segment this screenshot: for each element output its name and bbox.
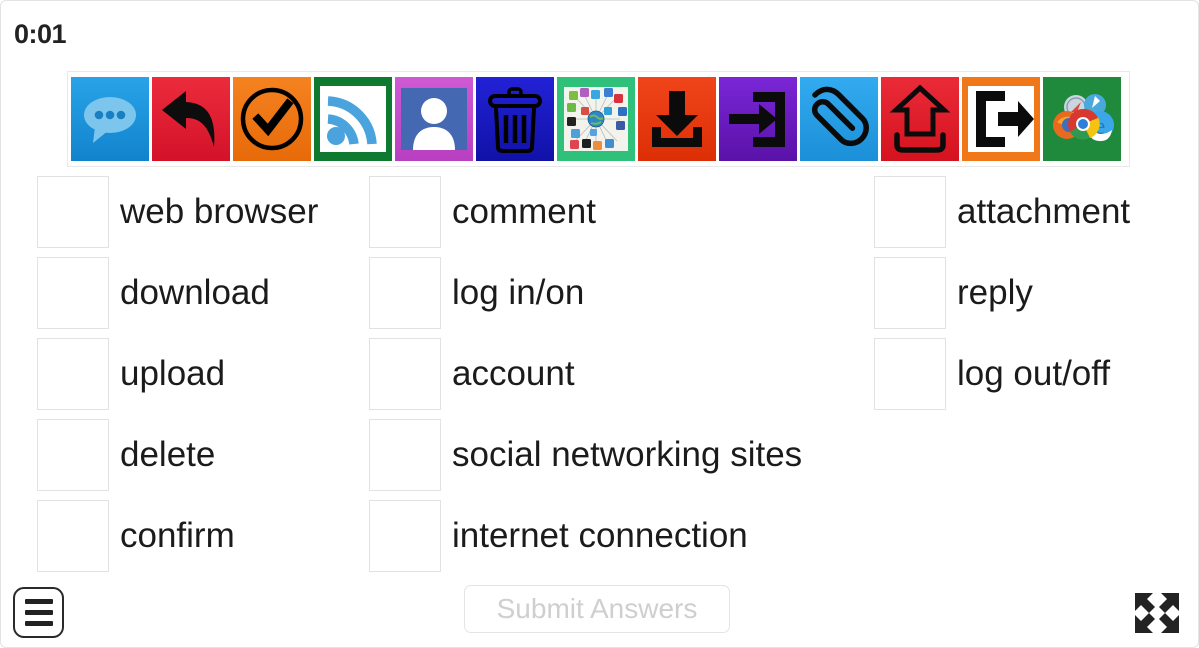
answer-input[interactable] — [369, 499, 441, 572]
download-arrow-icon[interactable] — [638, 77, 716, 161]
answer-row: attachment — [874, 171, 1130, 252]
answer-label: delete — [120, 435, 216, 474]
answer-label: web browser — [120, 192, 319, 231]
answer-input[interactable] — [37, 499, 109, 572]
menu-bar — [24, 599, 53, 604]
answer-input[interactable] — [37, 337, 109, 410]
comment-speech-bubble-icon[interactable] — [71, 77, 149, 161]
answer-label: log in/on — [452, 273, 585, 312]
answer-input[interactable] — [37, 418, 109, 491]
delete-trash-icon[interactable] — [476, 77, 554, 161]
answer-column-0: web browser download upload delete confi… — [37, 171, 318, 576]
confirm-check-circle-icon[interactable] — [233, 77, 311, 161]
fullscreen-expand-icon[interactable] — [1131, 589, 1183, 637]
answer-row: log out/off — [874, 333, 1130, 414]
social-networking-sites-icon[interactable] — [557, 77, 635, 161]
answer-row: internet connection — [369, 495, 802, 576]
answer-label: comment — [452, 192, 596, 231]
answer-column-2: attachment reply log out/off — [874, 171, 1130, 414]
answer-row: log in/on — [369, 252, 802, 333]
answer-row: web browser — [37, 171, 318, 252]
log-in-arrow-icon[interactable] — [719, 77, 797, 161]
answer-label: internet connection — [452, 516, 748, 555]
answer-row: delete — [37, 414, 318, 495]
icon-strip: e — [67, 71, 1130, 167]
attachment-paperclip-icon[interactable] — [800, 77, 878, 161]
hamburger-menu-icon[interactable] — [13, 587, 64, 638]
answer-input[interactable] — [874, 337, 946, 410]
answer-label: social networking sites — [452, 435, 803, 474]
menu-bar — [24, 621, 53, 626]
rss-internet-connection-icon[interactable] — [314, 77, 392, 161]
answer-row: reply — [874, 252, 1130, 333]
answer-label: log out/off — [957, 354, 1111, 393]
upload-arrow-icon[interactable] — [881, 77, 959, 161]
answer-input[interactable] — [369, 418, 441, 491]
activity-page: 0:01 e web browser download upload delet… — [0, 0, 1199, 648]
answer-label: account — [452, 354, 575, 393]
answer-label: reply — [957, 273, 1033, 312]
answer-input[interactable] — [37, 175, 109, 248]
answer-row: account — [369, 333, 802, 414]
account-person-icon[interactable] — [395, 77, 473, 161]
web-browser-logos-icon[interactable]: e — [1043, 77, 1121, 161]
log-out-arrow-icon[interactable] — [962, 77, 1040, 161]
answer-column-1: comment log in/on account social network… — [369, 171, 802, 576]
answer-input[interactable] — [874, 175, 946, 248]
answer-label: confirm — [120, 516, 235, 555]
answer-row: upload — [37, 333, 318, 414]
answer-row: confirm — [37, 495, 318, 576]
answer-row: social networking sites — [369, 414, 802, 495]
answer-label: upload — [120, 354, 226, 393]
answer-input[interactable] — [874, 256, 946, 329]
timer-display: 0:01 — [14, 19, 67, 49]
answer-label: download — [120, 273, 270, 312]
answer-input[interactable] — [369, 256, 441, 329]
reply-arrow-icon[interactable] — [152, 77, 230, 161]
menu-bar — [24, 610, 53, 615]
answer-label: attachment — [957, 192, 1131, 231]
answer-input[interactable] — [369, 175, 441, 248]
answer-row: comment — [369, 171, 802, 252]
bottom-bar: Submit Answers — [1, 575, 1198, 647]
answer-input[interactable] — [37, 256, 109, 329]
answer-row: download — [37, 252, 318, 333]
submit-answers-button[interactable]: Submit Answers — [464, 585, 730, 633]
answer-input[interactable] — [369, 337, 441, 410]
